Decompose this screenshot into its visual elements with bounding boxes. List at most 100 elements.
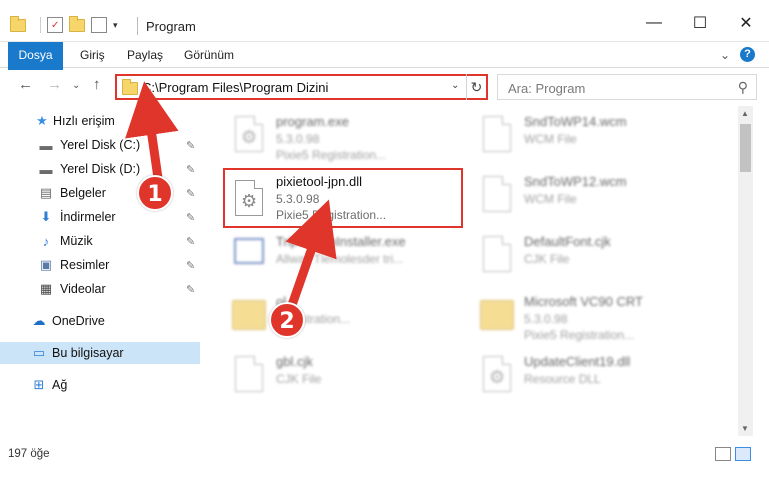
file-item[interactable]: DefaultFont.cjk CJK File (474, 230, 724, 286)
file-version: 5.3.0.98 (524, 312, 568, 326)
sidebar-item-pictures[interactable]: ▣ Resimler ✎ (0, 254, 200, 276)
help-icon[interactable]: ? (740, 47, 755, 62)
dll-icon: ⚙ (232, 176, 266, 220)
sidebar-item-label: Yerel Disk (C:) (60, 138, 141, 152)
close-button[interactable]: ✕ (723, 8, 769, 38)
back-icon[interactable]: ← (18, 76, 33, 93)
search-placeholder: Ara: Program (508, 81, 586, 96)
sidebar-item-label: İndirmeler (60, 210, 116, 224)
pin-icon[interactable]: ✎ (186, 283, 195, 296)
document-icon (480, 234, 514, 278)
file-name: UpdateClient19.dll (524, 354, 631, 369)
scroll-down-icon[interactable]: ▼ (741, 424, 749, 433)
sidebar-item-this-pc[interactable]: ▭ Bu bilgisayar (0, 342, 200, 364)
file-description: CJK File (276, 372, 322, 386)
pin-icon[interactable]: ✎ (186, 139, 195, 152)
music-icon: ♪ (42, 233, 50, 249)
file-name: TripleMsmInstaller.exe (276, 234, 406, 249)
window-title: Program (146, 19, 196, 34)
tab-home[interactable]: Giriş (80, 42, 105, 68)
address-path[interactable]: C:\Program Files\Program Dizini (142, 80, 328, 95)
file-item[interactable]: ⚙ UpdateClient19.dll Resource DLL (474, 350, 724, 406)
refresh-icon[interactable]: ↻ (466, 74, 486, 100)
callout-1: 1 (137, 175, 173, 211)
file-description: WCM File (524, 192, 577, 206)
search-input[interactable]: Ara: Program ⚲ (497, 74, 757, 100)
pin-icon[interactable]: ✎ (186, 235, 195, 248)
title-bar: ✓ ▾ Program — ☐ ✕ (0, 0, 769, 42)
chevron-down-icon[interactable]: ⌄ (720, 48, 730, 62)
forward-icon[interactable]: → (47, 76, 62, 93)
sidebar-item-label: Ağ (52, 378, 68, 392)
file-item[interactable]: TripleMsmInstaller.exe Allway Tlemolesde… (226, 230, 476, 286)
file-item[interactable]: ol. Registration... (226, 290, 476, 346)
large-icons-view-icon[interactable] (735, 447, 751, 461)
sidebar-item-label: Videolar (60, 282, 106, 296)
chevron-down-icon[interactable]: ⌄ (451, 80, 459, 91)
scroll-up-icon[interactable]: ▲ (741, 109, 749, 118)
file-name: gbl.cjk (276, 354, 313, 369)
scrollbar-thumb[interactable] (740, 124, 751, 172)
chevron-down-icon[interactable]: ▾ (113, 20, 118, 31)
file-description: Pixie5 Registration... (276, 208, 387, 222)
sidebar-item-local-disk-d[interactable]: ▬ Yerel Disk (D:) ✎ (0, 158, 200, 180)
document-icon (480, 174, 514, 218)
file-item[interactable]: SndToWP14.wcm WCM File (474, 110, 724, 166)
file-item[interactable]: gbl.cjk CJK File (226, 350, 476, 406)
documents-icon: ▤ (39, 185, 53, 200)
maximize-button[interactable]: ☐ (677, 8, 723, 38)
dll-icon: ⚙ (480, 354, 514, 398)
star-icon: ★ (36, 113, 48, 128)
sidebar-item-label: Bu bilgisayar (52, 346, 124, 360)
file-description: WCM File (524, 132, 577, 146)
installer-icon (232, 234, 266, 278)
sidebar-item-label: Resimler (60, 258, 110, 272)
properties-icon[interactable]: ✓ (47, 17, 63, 33)
pin-icon[interactable]: ✎ (186, 211, 195, 224)
customize-icon[interactable] (91, 17, 107, 33)
quick-access-toolbar: ✓ ▾ (10, 15, 118, 33)
address-bar[interactable]: C:\Program Files\Program Dizini ⌄ ↻ (115, 74, 488, 100)
file-description: Pixie5 Registration... (524, 328, 635, 342)
search-icon[interactable]: ⚲ (738, 79, 748, 96)
sidebar-item-local-disk-c[interactable]: ▬ Yerel Disk (C:) ✎ (0, 134, 200, 156)
details-view-icon[interactable] (715, 447, 731, 461)
tab-share[interactable]: Paylaş (127, 42, 163, 68)
pin-icon[interactable]: ✎ (186, 163, 195, 176)
onedrive-icon: ☁ (32, 313, 46, 328)
new-folder-icon[interactable] (69, 15, 85, 32)
file-item-pixietool-jpn-dll[interactable]: ⚙ pixietool-jpn.dll 5.3.0.98 Pixie5 Regi… (226, 172, 476, 228)
pin-icon[interactable]: ✎ (186, 259, 195, 272)
file-description: Resource DLL (524, 372, 601, 386)
sidebar-item-network[interactable]: ⊞ Ağ (0, 374, 200, 396)
sidebar-item-label: Yerel Disk (D:) (60, 162, 141, 176)
sidebar-item-downloads[interactable]: ⬇ İndirmeler ✎ (0, 206, 200, 228)
callout-2: 2 (269, 302, 305, 338)
sidebar-item-label: OneDrive (52, 314, 105, 328)
tab-view[interactable]: Görünüm (184, 42, 234, 68)
folder-icon (232, 294, 266, 338)
minimize-button[interactable]: — (631, 8, 677, 38)
file-item[interactable]: Microsoft VC90 CRT 5.3.0.98 Pixie5 Regis… (474, 290, 724, 346)
file-item[interactable]: SndToWP12.wcm WCM File (474, 170, 724, 226)
navigation-pane: ★ Hızlı erişim ▬ Yerel Disk (C:) ✎ ▬ Yer… (0, 106, 206, 436)
sidebar-item-onedrive[interactable]: ☁ OneDrive (0, 310, 200, 332)
vertical-scrollbar[interactable]: ▲ ▼ (738, 106, 753, 436)
folder-icon (10, 15, 26, 32)
download-icon: ⬇ (40, 209, 52, 224)
document-icon (480, 114, 514, 158)
document-icon (232, 354, 266, 398)
sidebar-item-music[interactable]: ♪ Müzik ✎ (0, 230, 200, 252)
up-icon[interactable]: ↑ (93, 76, 101, 93)
videos-icon: ▦ (39, 281, 53, 296)
pin-icon[interactable]: ✎ (186, 187, 195, 200)
title-divider (137, 17, 138, 35)
file-description: Pixie5 Registration... (276, 148, 387, 162)
drive-icon: ▬ (39, 137, 53, 153)
file-item[interactable]: ⚙ program.exe 5.3.0.98 Pixie5 Registrati… (226, 110, 476, 166)
sidebar-item-videos[interactable]: ▦ Videolar ✎ (0, 278, 200, 300)
sidebar-item-label: Belgeler (60, 186, 106, 200)
sidebar-item-label: Müzik (60, 234, 93, 248)
recent-locations-icon[interactable]: ⌄ (72, 80, 80, 91)
sidebar-item-quick-access[interactable]: ★ Hızlı erişim (0, 110, 200, 132)
